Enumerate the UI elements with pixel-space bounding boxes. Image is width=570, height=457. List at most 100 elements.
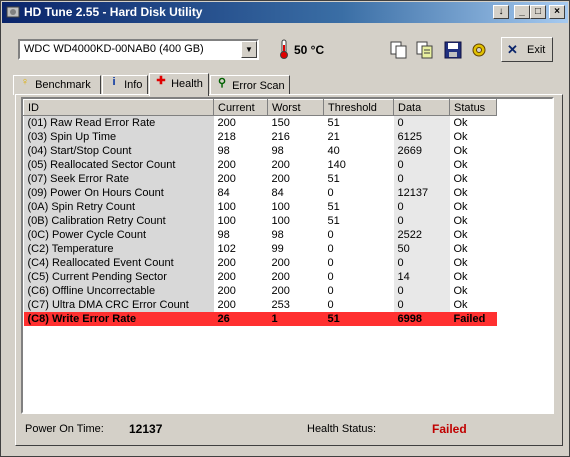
health-status-label: Health Status: bbox=[307, 423, 377, 435]
column-header-threshold[interactable]: Threshold bbox=[323, 99, 394, 116]
minimize-to-tray-button[interactable]: ↓ bbox=[493, 5, 509, 19]
cell-id: (0B) Calibration Retry Count bbox=[23, 213, 214, 228]
cell-id: (09) Power On Hours Count bbox=[23, 185, 214, 200]
cell-threshold: 0 bbox=[327, 256, 334, 269]
cell-id: (04) Start/Stop Count bbox=[23, 143, 214, 158]
header-row: ID Current Worst Threshold Data Status bbox=[23, 99, 497, 116]
column-header-current[interactable]: Current bbox=[213, 99, 268, 116]
health-status-value: Failed bbox=[432, 422, 467, 436]
cell-id: (01) Raw Read Error Rate bbox=[23, 115, 214, 130]
cell-worst: 150 bbox=[271, 116, 290, 129]
table-row[interactable]: (C7) Ultra DMA CRC Error Count 200 253 0 0 Ok bbox=[23, 297, 497, 312]
cell-status: Ok bbox=[453, 242, 468, 255]
cell-data: 0 bbox=[393, 297, 450, 312]
app-icon bbox=[6, 6, 20, 18]
cell-threshold: 0 bbox=[327, 242, 334, 255]
cell-threshold: 0 bbox=[327, 298, 334, 311]
cell-current: 98 bbox=[217, 144, 230, 157]
cell-current: 200 bbox=[217, 158, 236, 171]
table-row[interactable]: (C2) Temperature 102 99 0 50 Ok bbox=[23, 241, 497, 256]
tab-error-scan[interactable]: ⚲ Error Scan bbox=[210, 75, 290, 95]
column-header-data[interactable]: Data bbox=[393, 99, 450, 116]
tab-benchmark[interactable]: ♀ Benchmark bbox=[13, 75, 101, 95]
tab-info-label: Info bbox=[124, 79, 143, 91]
cell-current: 218 bbox=[217, 130, 236, 143]
cell-status: Ok bbox=[453, 158, 468, 171]
cell-worst: 100 bbox=[271, 200, 290, 213]
cell-data: 0 bbox=[393, 213, 450, 228]
chevron-down-icon[interactable]: ▼ bbox=[241, 41, 257, 58]
column-header-status[interactable]: Status bbox=[449, 99, 497, 116]
cell-id: (0A) Spin Retry Count bbox=[23, 199, 214, 214]
column-header-worst[interactable]: Worst bbox=[267, 99, 324, 116]
cell-current: 100 bbox=[217, 214, 236, 227]
tab-info[interactable]: i Info bbox=[102, 75, 148, 95]
cell-status: Ok bbox=[453, 172, 468, 185]
save-icon[interactable] bbox=[442, 39, 464, 61]
cell-id: (C6) Offline Uncorrectable bbox=[23, 283, 214, 298]
cell-threshold: 40 bbox=[327, 144, 340, 157]
tab-bar: ♀ Benchmark i Info ✚ Health ⚲ Error Scan bbox=[13, 73, 313, 96]
tab-benchmark-label: Benchmark bbox=[35, 79, 91, 91]
cell-worst: 253 bbox=[271, 298, 290, 311]
window-title: HD Tune 2.55 - Hard Disk Utility bbox=[24, 5, 203, 19]
cell-current: 200 bbox=[217, 284, 236, 297]
table-body: (01) Raw Read Error Rate 200 150 51 0 Ok (03) … bbox=[23, 115, 497, 326]
table-row[interactable]: (C8) Write Error Rate 26 1 51 6998 Failed bbox=[23, 311, 497, 326]
minimize-button[interactable]: _ bbox=[514, 5, 530, 19]
table-row[interactable]: (09) Power On Hours Count 84 84 0 12137 Ok bbox=[23, 185, 497, 200]
table-row[interactable]: (0A) Spin Retry Count 100 100 51 0 Ok bbox=[23, 199, 497, 214]
cell-worst: 200 bbox=[271, 256, 290, 269]
column-header-id[interactable]: ID bbox=[23, 99, 214, 116]
table-row[interactable]: (04) Start/Stop Count 98 98 40 2669 Ok bbox=[23, 143, 497, 158]
smart-table: ID Current Worst Threshold Data Status (… bbox=[23, 99, 497, 326]
maximize-button[interactable]: □ bbox=[530, 5, 546, 19]
cell-status: Ok bbox=[453, 214, 468, 227]
exit-button[interactable]: ✕ Exit bbox=[501, 37, 553, 62]
copy-info-icon[interactable] bbox=[388, 39, 410, 61]
cell-current: 100 bbox=[217, 200, 236, 213]
cell-current: 102 bbox=[217, 242, 236, 255]
table-row[interactable]: (07) Seek Error Rate 200 200 51 0 Ok bbox=[23, 171, 497, 186]
cell-data: 2522 bbox=[393, 227, 450, 242]
cell-threshold: 0 bbox=[327, 228, 334, 241]
cell-current: 200 bbox=[217, 116, 236, 129]
magnifier-icon: ⚲ bbox=[217, 77, 227, 89]
cell-data: 0 bbox=[393, 283, 450, 298]
cell-worst: 200 bbox=[271, 270, 290, 283]
bulb-icon: ♀ bbox=[20, 76, 30, 88]
cell-current: 200 bbox=[217, 270, 236, 283]
table-row[interactable]: (C4) Reallocated Event Count 200 200 0 0 Ok bbox=[23, 255, 497, 270]
cell-threshold: 140 bbox=[327, 158, 346, 171]
table-row[interactable]: (C6) Offline Uncorrectable 200 200 0 0 Ok bbox=[23, 283, 497, 298]
cell-worst: 216 bbox=[271, 130, 290, 143]
table-row[interactable]: (C5) Current Pending Sector 200 200 0 14 Ok bbox=[23, 269, 497, 284]
table-row[interactable]: (01) Raw Read Error Rate 200 150 51 0 Ok bbox=[23, 115, 497, 130]
title-bar[interactable]: HD Tune 2.55 - Hard Disk Utility ↓ _ □ × bbox=[2, 2, 568, 23]
cell-id: (C7) Ultra DMA CRC Error Count bbox=[23, 297, 214, 312]
cell-id: (03) Spin Up Time bbox=[23, 129, 214, 144]
cell-threshold: 51 bbox=[323, 311, 394, 326]
temperature-value: 50 °C bbox=[294, 43, 325, 57]
cell-worst: 98 bbox=[271, 228, 284, 241]
cell-status: Ok bbox=[453, 256, 468, 269]
table-row[interactable]: (0C) Power Cycle Count 98 98 0 2522 Ok bbox=[23, 227, 497, 242]
smart-attribute-list[interactable]: ID Current Worst Threshold Data Status (… bbox=[21, 97, 554, 414]
options-icon[interactable] bbox=[468, 39, 490, 61]
close-button[interactable]: × bbox=[549, 5, 565, 19]
cell-data: 0 bbox=[393, 115, 450, 130]
table-row[interactable]: (0B) Calibration Retry Count 100 100 51 0 Ok bbox=[23, 213, 497, 228]
cell-data: 2669 bbox=[393, 143, 450, 158]
tab-error-scan-label: Error Scan bbox=[232, 80, 285, 92]
table-row[interactable]: (05) Reallocated Sector Count 200 200 140 0 O… bbox=[23, 157, 497, 172]
copy-all-icon[interactable] bbox=[414, 39, 436, 61]
cell-data: 6998 bbox=[393, 311, 450, 326]
cell-data: 0 bbox=[393, 255, 450, 270]
cell-data: 6125 bbox=[393, 129, 450, 144]
drive-select[interactable]: WDC WD4000KD-00NAB0 (400 GB) ▼ bbox=[18, 39, 259, 60]
cell-current: 98 bbox=[217, 228, 230, 241]
table-row[interactable]: (03) Spin Up Time 218 216 21 6125 Ok bbox=[23, 129, 497, 144]
tab-health[interactable]: ✚ Health bbox=[149, 73, 209, 96]
cell-id: (C8) Write Error Rate bbox=[23, 311, 214, 326]
cell-status: Failed bbox=[449, 311, 497, 326]
